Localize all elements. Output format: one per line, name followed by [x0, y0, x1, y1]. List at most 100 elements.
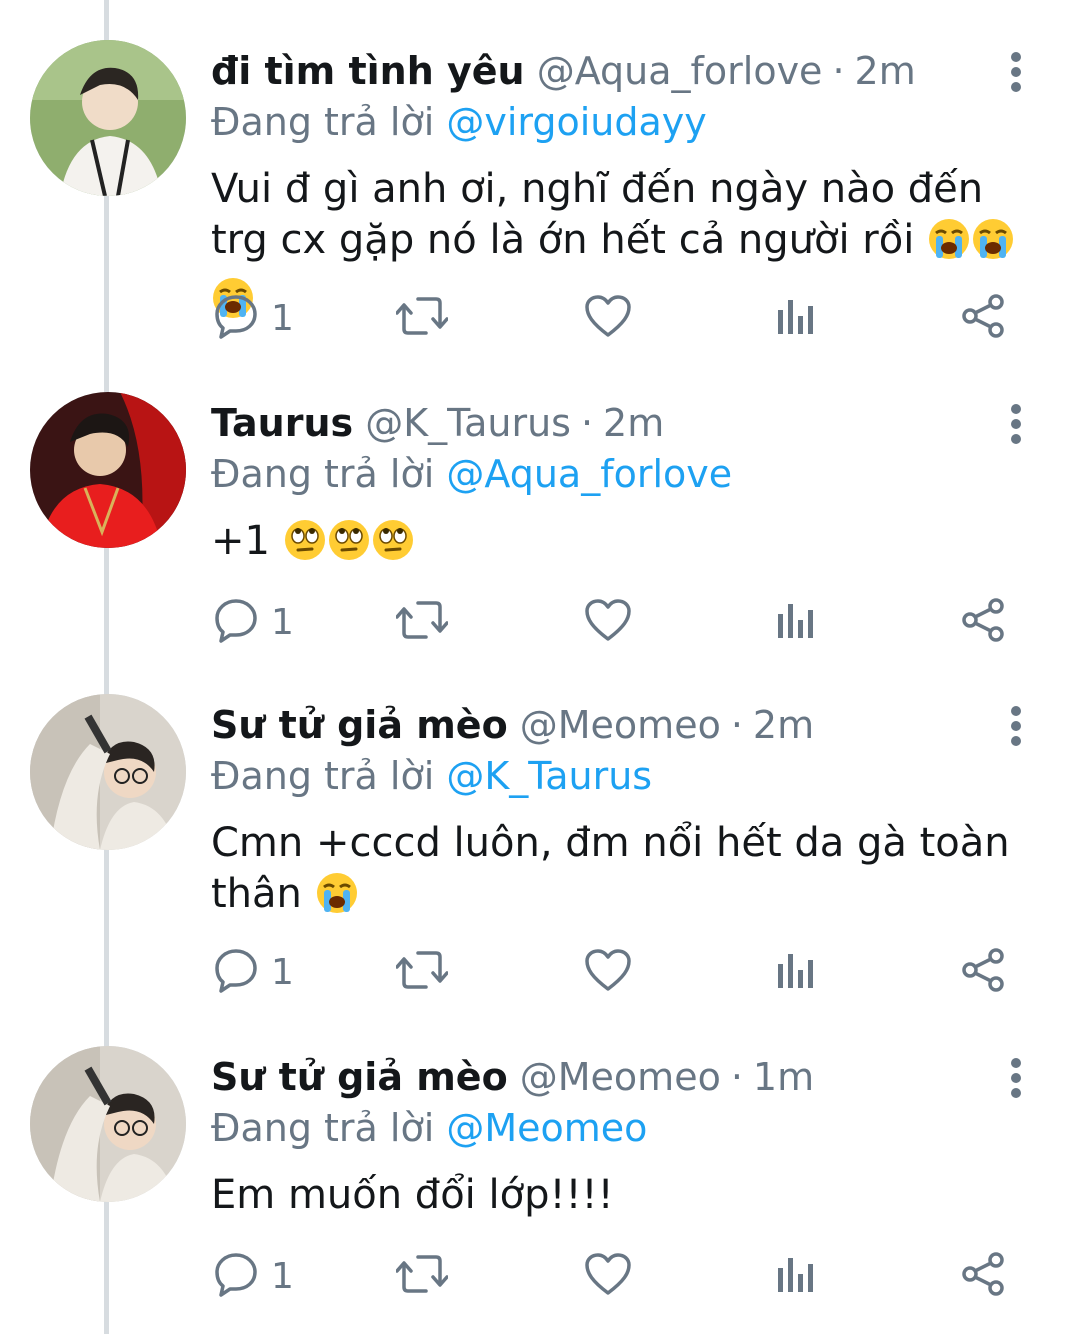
mention-link[interactable]: @Meomeo: [446, 1106, 647, 1150]
like-icon: [584, 294, 632, 342]
like-icon: [584, 598, 632, 646]
analytics-button[interactable]: [776, 1246, 816, 1306]
like-button[interactable]: [584, 288, 632, 348]
user-handle[interactable]: @Meomeo: [520, 703, 721, 747]
share-button[interactable]: [960, 592, 1006, 652]
share-icon: [960, 293, 1006, 343]
tweet-actions: 1: [0, 288, 1080, 348]
display-name[interactable]: Taurus: [211, 401, 353, 445]
retweet-icon: [395, 1251, 449, 1301]
avatar[interactable]: [30, 694, 186, 850]
eye-roll-face-icon: [327, 518, 371, 575]
retweet-button[interactable]: [395, 288, 449, 348]
retweet-icon: [395, 597, 449, 647]
mention-link[interactable]: @Aqua_forlove: [446, 452, 732, 496]
share-button[interactable]: [960, 1246, 1006, 1306]
tweet-header: Taurus @K_Taurus · 2m: [211, 398, 664, 448]
analytics-button[interactable]: [776, 942, 816, 1002]
tweet-text: Cmn +cccd luôn, đm nổi hết da gà toàn th…: [211, 818, 1041, 928]
user-handle[interactable]: @Aqua_forlove: [537, 49, 823, 93]
share-icon: [960, 1251, 1006, 1301]
tweet-body: Vui đ gì anh ơi, nghĩ đến ngày nào đến t…: [211, 166, 984, 263]
display-name[interactable]: Sư tử giả mèo: [211, 1055, 508, 1099]
tweet-header: Sư tử giả mèo @Meomeo · 2m: [211, 700, 814, 750]
timestamp[interactable]: 2m: [855, 49, 916, 93]
separator-dot: ·: [730, 1055, 743, 1099]
more-options-icon[interactable]: [996, 1056, 1036, 1100]
display-name[interactable]: Sư tử giả mèo: [211, 703, 508, 747]
tweet-actions: 1: [0, 1246, 1080, 1306]
loudly-crying-face-icon: [315, 871, 359, 928]
analytics-icon: [776, 600, 816, 644]
reply-count: 1: [271, 1255, 294, 1297]
tweet-header: Sư tử giả mèo @Meomeo · 1m: [211, 1052, 814, 1102]
tweet-actions: 1: [0, 942, 1080, 1002]
tweet-body: Em muốn đổi lớp!!!!: [211, 1172, 614, 1218]
replying-to-label: Đang trả lời: [211, 452, 435, 496]
tweet-header: đi tìm tình yêu @Aqua_forlove · 2m: [211, 46, 916, 96]
share-icon: [960, 597, 1006, 647]
replying-to: Đang trả lời @virgoiudayy: [211, 97, 707, 147]
analytics-button[interactable]: [776, 288, 816, 348]
replying-to: Đang trả lời @K_Taurus: [211, 751, 652, 801]
replying-to-label: Đang trả lời: [211, 1106, 435, 1150]
more-options-icon[interactable]: [996, 402, 1036, 446]
reply-icon: [213, 947, 259, 997]
replying-to-label: Đang trả lời: [211, 754, 435, 798]
share-icon: [960, 947, 1006, 997]
tweet-body: +1: [211, 518, 270, 564]
reply-icon: [213, 1251, 259, 1301]
like-button[interactable]: [584, 942, 632, 1002]
analytics-icon: [776, 296, 816, 340]
mention-link[interactable]: @K_Taurus: [446, 754, 652, 798]
timestamp[interactable]: 1m: [753, 1055, 814, 1099]
avatar[interactable]: [30, 1046, 186, 1202]
retweet-button[interactable]: [395, 1246, 449, 1306]
share-button[interactable]: [960, 942, 1006, 1002]
separator-dot: ·: [832, 49, 845, 93]
like-button[interactable]: [584, 1246, 632, 1306]
mention-link[interactable]: @virgoiudayy: [446, 100, 706, 144]
tweet-text: +1: [211, 516, 1041, 575]
share-button[interactable]: [960, 288, 1006, 348]
user-handle[interactable]: @Meomeo: [520, 1055, 721, 1099]
like-icon: [584, 948, 632, 996]
retweet-icon: [395, 293, 449, 343]
reply-icon: [213, 597, 259, 647]
avatar[interactable]: [30, 392, 186, 548]
like-button[interactable]: [584, 592, 632, 652]
loudly-crying-face-icon: [927, 217, 971, 274]
separator-dot: ·: [730, 703, 743, 747]
loudly-crying-face-icon: [971, 217, 1015, 274]
reply-count: 1: [271, 951, 294, 993]
replying-to: Đang trả lời @Meomeo: [211, 1103, 647, 1153]
eye-roll-face-icon: [371, 518, 415, 575]
replying-to-label: Đang trả lời: [211, 100, 435, 144]
retweet-button[interactable]: [395, 942, 449, 1002]
reply-button[interactable]: 1: [213, 942, 294, 1002]
eye-roll-face-icon: [283, 518, 327, 575]
avatar[interactable]: [30, 40, 186, 196]
separator-dot: ·: [580, 401, 594, 445]
retweet-icon: [395, 947, 449, 997]
reply-button[interactable]: 1: [213, 1246, 294, 1306]
tweet-text: Em muốn đổi lớp!!!!: [211, 1170, 1041, 1221]
timestamp[interactable]: 2m: [603, 401, 664, 445]
replying-to: Đang trả lời @Aqua_forlove: [211, 449, 732, 499]
reply-button[interactable]: 1: [213, 288, 294, 348]
reply-count: 1: [271, 297, 294, 339]
tweet-actions: 1: [0, 592, 1080, 652]
more-options-icon[interactable]: [996, 704, 1036, 748]
display-name[interactable]: đi tìm tình yêu: [211, 49, 525, 93]
reply-button[interactable]: 1: [213, 592, 294, 652]
timestamp[interactable]: 2m: [753, 703, 814, 747]
more-options-icon[interactable]: [996, 50, 1036, 94]
analytics-button[interactable]: [776, 592, 816, 652]
reply-icon: [213, 293, 259, 343]
like-icon: [584, 1252, 632, 1300]
analytics-icon: [776, 950, 816, 994]
analytics-icon: [776, 1254, 816, 1298]
retweet-button[interactable]: [395, 592, 449, 652]
reply-count: 1: [271, 601, 294, 643]
user-handle[interactable]: @K_Taurus: [365, 401, 571, 445]
